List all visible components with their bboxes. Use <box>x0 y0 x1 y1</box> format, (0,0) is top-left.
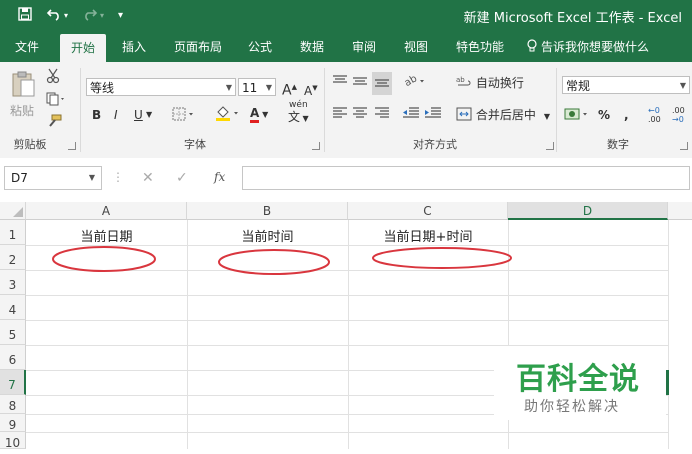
customize-qat-icon[interactable]: ▾ <box>118 6 123 26</box>
font-name-select[interactable]: 等线 ▼ <box>86 78 236 96</box>
active-cell-border <box>666 370 669 395</box>
tab-file[interactable]: 文件 <box>4 32 50 62</box>
lightbulb-icon <box>527 39 537 52</box>
undo-icon[interactable] <box>46 6 62 26</box>
redo-icon[interactable] <box>82 6 98 26</box>
annotation-ellipse-c2 <box>372 247 512 269</box>
svg-text:ab: ab <box>456 76 465 84</box>
alignment-launcher-icon[interactable] <box>546 142 554 150</box>
watermark-subtitle: 助你轻松解决 <box>524 399 620 415</box>
group-divider <box>324 68 325 152</box>
number-launcher-icon[interactable] <box>680 142 688 150</box>
annotation-ellipse-b2 <box>218 249 330 275</box>
percent-button[interactable]: % <box>598 106 610 124</box>
ribbon-tabs: 文件 开始 插入 页面布局 公式 数据 审阅 视图 特色功能 告诉我你想要做什么 <box>0 32 692 62</box>
formula-bar: D7 ▼ ⋮ ✕ ✓ fx <box>0 158 692 200</box>
watermark-logo: 百科全说 助你轻松解决 <box>494 346 666 420</box>
tab-formulas[interactable]: 公式 <box>238 32 282 62</box>
tab-home[interactable]: 开始 <box>60 34 106 62</box>
save-icon[interactable] <box>18 6 32 26</box>
shrink-font-button[interactable]: A▼ <box>304 79 318 100</box>
tell-me-label: 告诉我你想要做什么 <box>541 40 650 54</box>
annotation-ellipse-a2 <box>52 246 156 272</box>
name-box-dropdown-icon[interactable]: ▼ <box>89 167 95 189</box>
comma-style-button[interactable]: , <box>624 106 629 124</box>
watermark-title: 百科全说 <box>516 362 640 397</box>
copy-icon[interactable] <box>46 92 66 111</box>
underline-button[interactable]: U <box>134 106 143 124</box>
align-center-icon[interactable] <box>352 106 368 125</box>
align-top-icon[interactable] <box>332 74 348 93</box>
phonetic-guide-button[interactable]: wén 文 ▼ <box>288 100 309 124</box>
cancel-icon[interactable]: ✕ <box>142 170 154 186</box>
merge-center-label: 合并后居中 <box>475 108 536 122</box>
number-format-select[interactable]: 常规 ▼ <box>562 76 690 94</box>
name-box-value: D7 <box>11 171 28 185</box>
tab-special-features[interactable]: 特色功能 <box>448 32 512 62</box>
font-launcher-icon[interactable] <box>312 142 320 150</box>
wrap-text-label: 自动换行 <box>475 76 524 90</box>
decrease-decimal-button[interactable]: .00 →0 <box>672 106 685 124</box>
tab-review[interactable]: 审阅 <box>342 32 386 62</box>
grow-font-button[interactable]: A▲ <box>282 78 297 100</box>
enter-icon[interactable]: ✓ <box>176 170 188 186</box>
merge-center-icon <box>456 107 472 121</box>
paste-label[interactable]: 粘贴 <box>10 102 34 120</box>
ribbon: 粘贴 剪贴板 等线 ▼ 11 ▼ A▲ A▼ B I U ▼ A ▼ wén 文 ▼ … <box>0 62 692 159</box>
cut-icon[interactable] <box>46 68 60 89</box>
increase-indent-icon[interactable] <box>424 106 442 125</box>
alignment-group-label: 对齐方式 <box>413 138 457 151</box>
tab-view[interactable]: 视图 <box>394 32 438 62</box>
paste-icon[interactable] <box>10 70 36 103</box>
font-name-value: 等线 <box>90 81 115 95</box>
svg-text:ab: ab <box>404 73 419 88</box>
merge-center-button[interactable]: 合并后居中 ▼ <box>456 106 550 126</box>
clipboard-launcher-icon[interactable] <box>68 142 76 150</box>
window-title: 新建 Microsoft Excel 工作表 - Excel <box>463 11 682 26</box>
underline-dropdown-icon[interactable]: ▼ <box>146 106 152 124</box>
tab-insert[interactable]: 插入 <box>112 32 156 62</box>
formula-input[interactable] <box>242 166 690 190</box>
align-middle-icon[interactable] <box>352 74 368 93</box>
number-group-label: 数字 <box>607 138 629 151</box>
bold-button[interactable]: B <box>92 106 101 124</box>
increase-decimal-button[interactable]: ←0.00 <box>648 106 661 124</box>
format-painter-icon[interactable] <box>46 114 62 133</box>
align-right-icon[interactable] <box>374 106 390 125</box>
group-divider <box>80 68 81 152</box>
title-bar: ▾ ▾ ▾ 新建 Microsoft Excel 工作表 - Excel <box>0 0 692 32</box>
font-size-select[interactable]: 11 ▼ <box>238 78 276 96</box>
align-left-icon[interactable] <box>332 106 348 125</box>
border-icon[interactable] <box>172 107 196 126</box>
font-color-button[interactable]: A ▼ <box>250 104 268 124</box>
currency-icon[interactable] <box>564 106 592 127</box>
wrap-text-icon: ab <box>456 76 471 86</box>
tab-page-layout[interactable]: 页面布局 <box>166 32 230 62</box>
name-box[interactable]: D7 ▼ <box>4 166 102 190</box>
more-options-icon: ⋮ <box>112 170 124 184</box>
tab-data[interactable]: 数据 <box>290 32 334 62</box>
insert-function-icon[interactable]: fx <box>214 170 225 184</box>
font-size-value: 11 <box>242 81 258 95</box>
tell-me-box[interactable]: 告诉我你想要做什么 <box>526 32 649 62</box>
decrease-indent-icon[interactable] <box>402 106 420 125</box>
clipboard-group-label: 剪贴板 <box>13 138 47 151</box>
group-divider <box>556 68 557 152</box>
wrap-text-button[interactable]: ab 自动换行 <box>456 74 524 92</box>
align-bottom-icon[interactable] <box>372 72 392 95</box>
font-group-label: 字体 <box>184 138 206 151</box>
fill-color-icon[interactable] <box>214 104 242 127</box>
orientation-icon[interactable]: ab <box>403 72 430 93</box>
number-format-value: 常规 <box>566 79 591 93</box>
italic-button[interactable]: I <box>114 106 118 124</box>
